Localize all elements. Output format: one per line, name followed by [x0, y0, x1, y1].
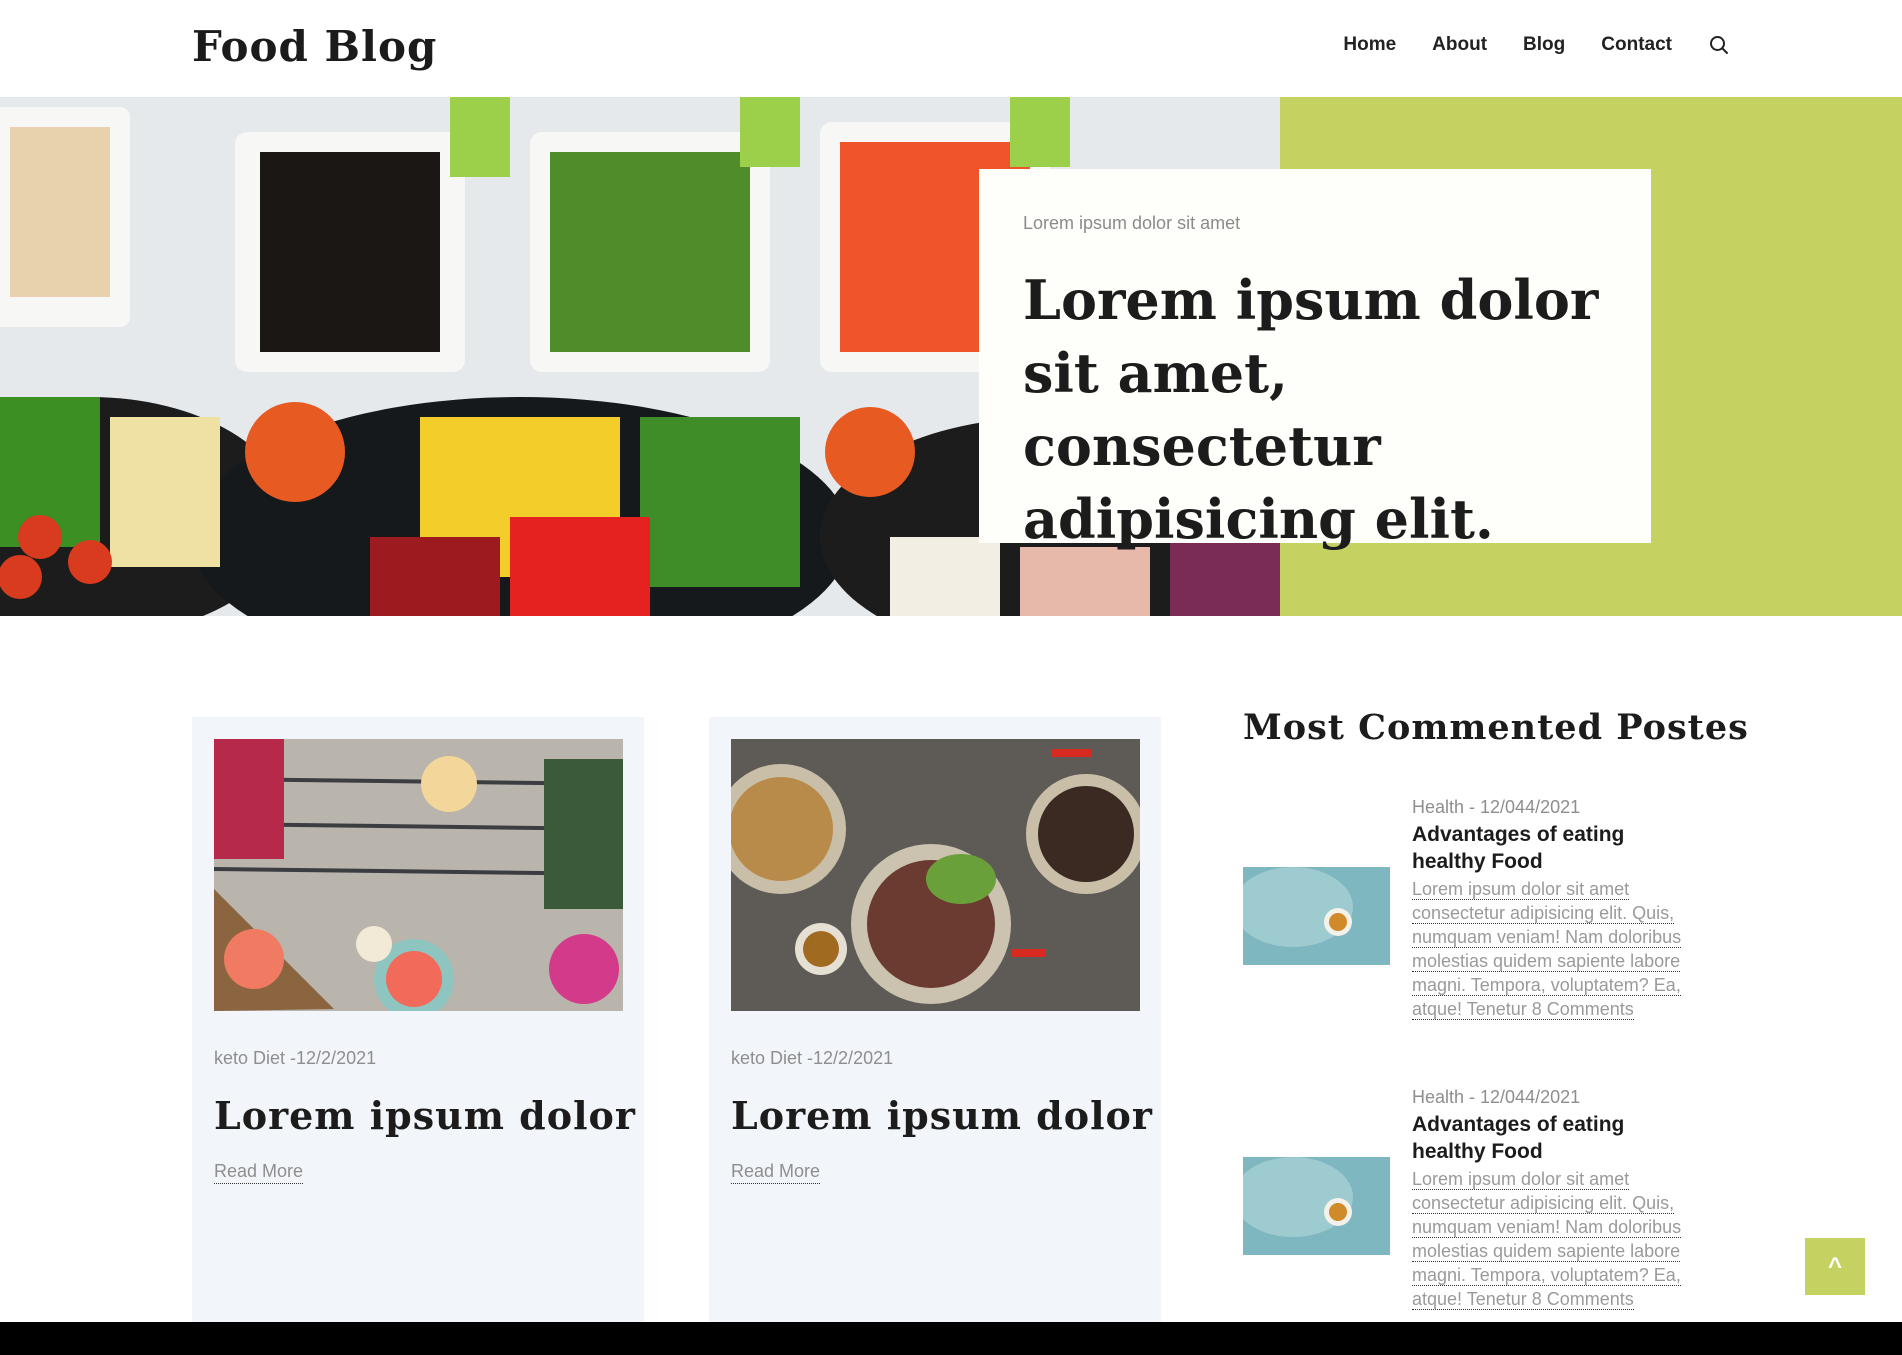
post-card: keto Diet -12/2/2021 Lorem ipsum dolor R…	[709, 717, 1161, 1322]
nav-blog[interactable]: Blog	[1523, 34, 1565, 56]
nav-home[interactable]: Home	[1343, 34, 1396, 56]
sidebar-post-excerpt-text[interactable]: Lorem ipsum dolor sit amet consectetur a…	[1412, 879, 1682, 1020]
sidebar-title: Most Commented Postes	[1243, 707, 1749, 748]
nav-contact[interactable]: Contact	[1601, 34, 1672, 56]
hero-kicker: Lorem ipsum dolor sit amet	[1023, 213, 1241, 233]
bottom-bar	[0, 1322, 1902, 1355]
sidebar-post-title[interactable]: Advantages of eating healthy Food	[1412, 1111, 1702, 1165]
post-image[interactable]	[214, 739, 623, 1011]
hero-section: Lorem ipsum dolor sit amet Lorem ipsum d…	[0, 97, 1902, 616]
site-logo[interactable]: Food Blog	[192, 22, 437, 71]
hero-card: Lorem ipsum dolor sit amet Lorem ipsum d…	[979, 169, 1651, 551]
sidebar-post-meta: Health - 12/044/2021	[1412, 1087, 1581, 1107]
sidebar-post-body: Health - 12/044/2021 Advantages of eatin…	[1412, 1085, 1702, 1311]
site-header: Food Blog Home About Blog Contact	[0, 0, 1902, 97]
sidebar-post-excerpt-text[interactable]: Lorem ipsum dolor sit amet consectetur a…	[1412, 1169, 1682, 1310]
sidebar-post-meta: Health - 12/044/2021	[1412, 797, 1581, 817]
read-more-link[interactable]: Read More	[731, 1161, 821, 1184]
sidebar-post-title[interactable]: Advantages of eating healthy Food	[1412, 821, 1702, 875]
main-nav: Home About Blog Contact	[1307, 34, 1730, 56]
hero-title: Lorem ipsum dolor sit amet, consectetur …	[1023, 268, 1599, 551]
post-title[interactable]: Lorem ipsum dolor	[731, 1093, 1153, 1138]
sidebar-post-excerpt[interactable]: Lorem ipsum dolor sit amet consectetur a…	[1412, 1167, 1702, 1311]
read-more-link[interactable]: Read More	[214, 1161, 304, 1184]
post-card: keto Diet -12/2/2021 Lorem ipsum dolor R…	[192, 717, 644, 1322]
sidebar-post-excerpt[interactable]: Lorem ipsum dolor sit amet consectetur a…	[1412, 877, 1702, 1021]
post-title[interactable]: Lorem ipsum dolor	[214, 1093, 636, 1138]
sidebar-post-image[interactable]	[1243, 1157, 1390, 1255]
back-to-top-button[interactable]: ^	[1805, 1238, 1865, 1295]
post-image[interactable]	[731, 739, 1140, 1011]
post-meta: keto Diet -12/2/2021	[731, 1048, 894, 1068]
sidebar-post-image[interactable]	[1243, 867, 1390, 965]
post-meta: keto Diet -12/2/2021	[214, 1048, 377, 1068]
nav-about[interactable]: About	[1432, 34, 1487, 56]
sidebar-post-body: Health - 12/044/2021 Advantages of eatin…	[1412, 795, 1702, 1021]
search-icon[interactable]	[1708, 34, 1730, 56]
